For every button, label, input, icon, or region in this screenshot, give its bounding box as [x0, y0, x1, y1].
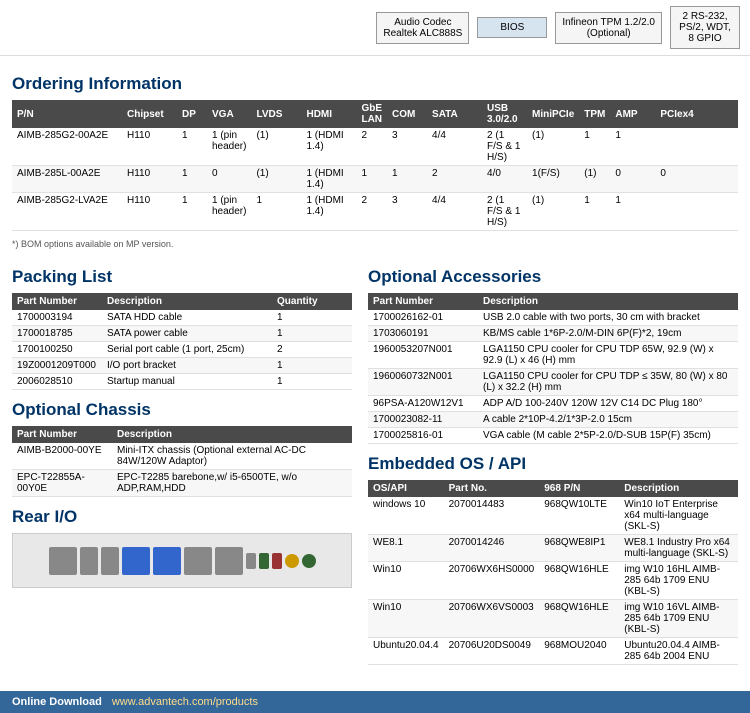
- bom-note: *) BOM options available on MP version.: [12, 239, 738, 249]
- port-dp: [80, 547, 98, 575]
- table-row: 1700003194SATA HDD cable1: [12, 310, 352, 326]
- port-audio3: [272, 553, 282, 569]
- port-audio2: [259, 553, 269, 569]
- os-col-os: OS/API: [368, 480, 444, 497]
- table-row: 1700100250Serial port cable (1 port, 25c…: [12, 342, 352, 358]
- ordering-col-usb: USB 3.0/2.0: [482, 100, 527, 128]
- table-row: Win1020706WX6HS0000968QW16HLEimg W10 16H…: [368, 562, 738, 600]
- table-row: windows 102070014483968QW10LTEWin10 IoT …: [368, 497, 738, 535]
- ordering-col-amp: AMP: [610, 100, 655, 128]
- port-usb2: [153, 547, 181, 575]
- ordering-col-pciex4: PCIex4: [655, 100, 738, 128]
- ordering-col-hdmi: HDMI: [301, 100, 356, 128]
- table-row: 1700023082-11A cable 2*10P-4.2/1*3P-2.0 …: [368, 412, 738, 428]
- port-usb1: [122, 547, 150, 575]
- pack-col-qty: Quantity: [272, 293, 352, 310]
- table-row: 1700025816-01VGA cable (M cable 2*5P-2.0…: [368, 428, 738, 444]
- ordering-col-minipcie: MiniPCIe: [527, 100, 579, 128]
- bottom-bar-label: Online Download: [12, 696, 102, 708]
- bios-box: BIOS: [477, 17, 547, 38]
- table-row: WE8.12070014246968QWE8IP1WE8.1 Industry …: [368, 535, 738, 562]
- pack-col-desc: Description: [102, 293, 272, 310]
- bottom-bar: Online Download www.advantech.com/produc…: [0, 691, 750, 713]
- chassis-col-desc: Description: [112, 426, 352, 443]
- ordering-col-tpm: TPM: [579, 100, 610, 128]
- acc-col-pn: Part Number: [368, 293, 478, 310]
- acc-col-desc: Description: [478, 293, 738, 310]
- bottom-bar-url: www.advantech.com/products: [112, 696, 258, 708]
- chassis-col-pn: Part Number: [12, 426, 112, 443]
- pack-col-pn: Part Number: [12, 293, 102, 310]
- packing-table: Part Number Description Quantity 1700003…: [12, 293, 352, 390]
- chassis-heading: Optional Chassis: [12, 400, 352, 420]
- os-col-968: 968 P/N: [539, 480, 619, 497]
- gpio-box: 2 RS-232,PS/2, WDT,8 GPIO: [670, 6, 740, 49]
- ordering-col-chipset: Chipset: [122, 100, 177, 128]
- audio-codec-box: Audio CodecRealtek ALC888S: [376, 12, 469, 44]
- os-col-pn: Part No.: [444, 480, 540, 497]
- table-row: 96PSA-A120W12V1ADP A/D 100-240V 120W 12V…: [368, 396, 738, 412]
- table-row: 19Z0001209T000I/O port bracket1: [12, 358, 352, 374]
- table-row: AIMB-285G2-LVA2EH11011 (pin header)11 (H…: [12, 193, 738, 231]
- os-col-desc: Description: [619, 480, 738, 497]
- table-row: Win1020706WX6VS0003968QW16HLEimg W10 16V…: [368, 600, 738, 638]
- table-row: 1700026162-01USB 2.0 cable with two port…: [368, 310, 738, 326]
- port-ps2: [285, 554, 299, 568]
- right-column: Optional Accessories Part Number Descrip…: [368, 257, 738, 673]
- table-row: 2006028510Startup manual1: [12, 374, 352, 390]
- table-row: EPC-T22855A-00Y0EEPC-T2285 barebone,w/ i…: [12, 470, 352, 497]
- table-row: 1960060732N001LGA1150 CPU cooler for CPU…: [368, 369, 738, 396]
- rear-io-image: [12, 533, 352, 588]
- two-col-layout: Packing List Part Number Description Qua…: [12, 257, 738, 673]
- ordering-col-lvds: LVDS: [251, 100, 301, 128]
- port-vga: [49, 547, 77, 575]
- rear-io-heading: Rear I/O: [12, 507, 352, 527]
- port-audio1: [246, 553, 256, 569]
- chassis-table: Part Number Description AIMB-B2000-00YEM…: [12, 426, 352, 497]
- port-lan1: [184, 547, 212, 575]
- main-content: Ordering Information P/N Chipset DP VGA …: [0, 56, 750, 681]
- ordering-col-vga: VGA: [207, 100, 251, 128]
- accessories-heading: Optional Accessories: [368, 267, 738, 287]
- packing-heading: Packing List: [12, 267, 352, 287]
- ordering-col-pn: P/N: [12, 100, 122, 128]
- ordering-col-sata: SATA: [427, 100, 482, 128]
- table-row: AIMB-285L-00A2EH11010(1)1 (HDMI 1.4)1124…: [12, 166, 738, 193]
- table-row: Ubuntu20.04.420706U20DS0049968MOU2040Ubu…: [368, 638, 738, 665]
- ordering-col-com: COM: [387, 100, 427, 128]
- tpm-box: Infineon TPM 1.2/2.0(Optional): [555, 12, 662, 44]
- ordering-heading: Ordering Information: [12, 74, 738, 94]
- port-lan2: [215, 547, 243, 575]
- top-diagram: Audio CodecRealtek ALC888S BIOS Infineon…: [0, 0, 750, 56]
- ordering-table: P/N Chipset DP VGA LVDS HDMI GbE LAN COM…: [12, 100, 738, 231]
- table-row: 1960053207N001LGA1150 CPU cooler for CPU…: [368, 342, 738, 369]
- port-hdmi: [101, 547, 119, 575]
- os-table: OS/API Part No. 968 P/N Description wind…: [368, 480, 738, 665]
- table-row: 1700018785SATA power cable1: [12, 326, 352, 342]
- rear-io-ports: [45, 543, 320, 579]
- table-row: 1703060191KB/MS cable 1*6P-2.0/M-DIN 6P(…: [368, 326, 738, 342]
- ordering-col-dp: DP: [177, 100, 207, 128]
- accessories-table: Part Number Description 1700026162-01USB…: [368, 293, 738, 444]
- os-heading: Embedded OS / API: [368, 454, 738, 474]
- table-row: AIMB-B2000-00YEMini-ITX chassis (Optiona…: [12, 443, 352, 470]
- port-ps2-2: [302, 554, 316, 568]
- ordering-col-gbe: GbE LAN: [356, 100, 387, 128]
- table-row: AIMB-285G2-00A2EH11011 (pin header)(1)1 …: [12, 128, 738, 166]
- left-column: Packing List Part Number Description Qua…: [12, 257, 352, 673]
